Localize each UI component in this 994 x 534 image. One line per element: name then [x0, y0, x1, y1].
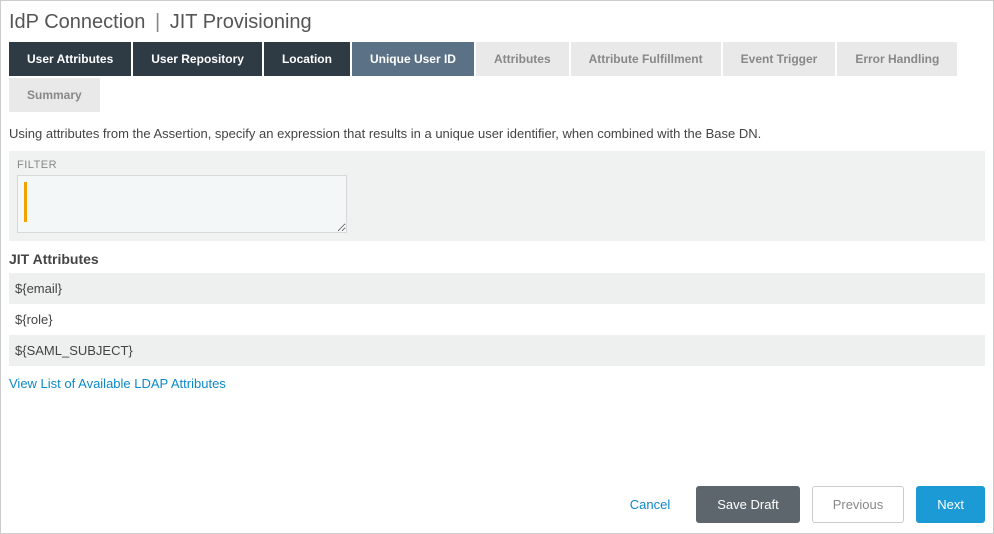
cancel-button[interactable]: Cancel — [616, 487, 684, 522]
filter-input[interactable] — [17, 175, 347, 233]
save-draft-button[interactable]: Save Draft — [696, 486, 799, 523]
filter-label: FILTER — [17, 159, 977, 171]
view-ldap-attributes-link[interactable]: View List of Available LDAP Attributes — [9, 376, 226, 391]
tab-user-attributes[interactable]: User Attributes — [9, 42, 131, 76]
jit-attributes-table: ${email}${role}${SAML_SUBJECT} — [9, 273, 985, 366]
tab-attribute-fulfillment[interactable]: Attribute Fulfillment — [571, 42, 721, 76]
jit-attribute-row[interactable]: ${email} — [9, 273, 985, 304]
jit-attribute-row[interactable]: ${role} — [9, 304, 985, 335]
title-separator: | — [155, 11, 160, 33]
tab-summary[interactable]: Summary — [9, 78, 100, 112]
footer-actions: Cancel Save Draft Previous Next — [9, 486, 985, 523]
tab-error-handling[interactable]: Error Handling — [837, 42, 957, 76]
jit-attribute-row[interactable]: ${SAML_SUBJECT} — [9, 335, 985, 366]
next-button[interactable]: Next — [916, 486, 985, 523]
filter-block: FILTER — [9, 151, 985, 241]
tab-unique-user-id[interactable]: Unique User ID — [352, 42, 474, 76]
title-left: IdP Connection — [9, 11, 145, 33]
text-cursor — [24, 182, 27, 222]
wizard-tabs: User AttributesUser RepositoryLocationUn… — [9, 42, 985, 112]
tab-location[interactable]: Location — [264, 42, 350, 76]
tab-event-trigger[interactable]: Event Trigger — [723, 42, 836, 76]
jit-attributes-heading: JIT Attributes — [9, 251, 985, 267]
tab-user-repository[interactable]: User Repository — [133, 42, 262, 76]
page-title: IdP Connection | JIT Provisioning — [9, 11, 985, 34]
tab-attributes[interactable]: Attributes — [476, 42, 569, 76]
previous-button[interactable]: Previous — [812, 486, 905, 523]
title-right: JIT Provisioning — [170, 11, 312, 33]
instruction-text: Using attributes from the Assertion, spe… — [9, 126, 985, 141]
